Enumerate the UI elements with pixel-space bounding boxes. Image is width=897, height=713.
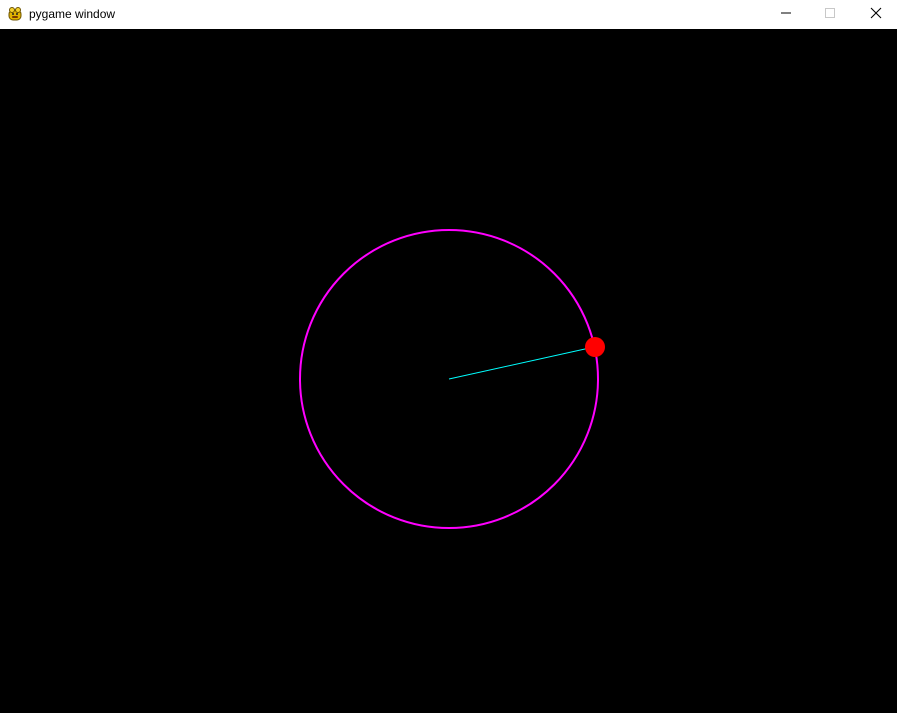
minimize-button[interactable] bbox=[763, 0, 809, 29]
minimize-icon bbox=[780, 6, 792, 24]
close-icon bbox=[870, 6, 882, 24]
radius-line bbox=[448, 346, 595, 380]
title-bar[interactable]: pygame window bbox=[0, 0, 897, 29]
scene-svg bbox=[299, 229, 605, 529]
orbiting-ball bbox=[585, 337, 605, 357]
maximize-button[interactable] bbox=[807, 0, 853, 29]
maximize-icon bbox=[824, 6, 836, 24]
game-canvas[interactable] bbox=[0, 29, 897, 713]
pygame-window: pygame window bbox=[0, 0, 897, 713]
pygame-snake-icon bbox=[7, 6, 23, 22]
window-title: pygame window bbox=[29, 7, 116, 21]
close-button[interactable] bbox=[853, 0, 897, 29]
